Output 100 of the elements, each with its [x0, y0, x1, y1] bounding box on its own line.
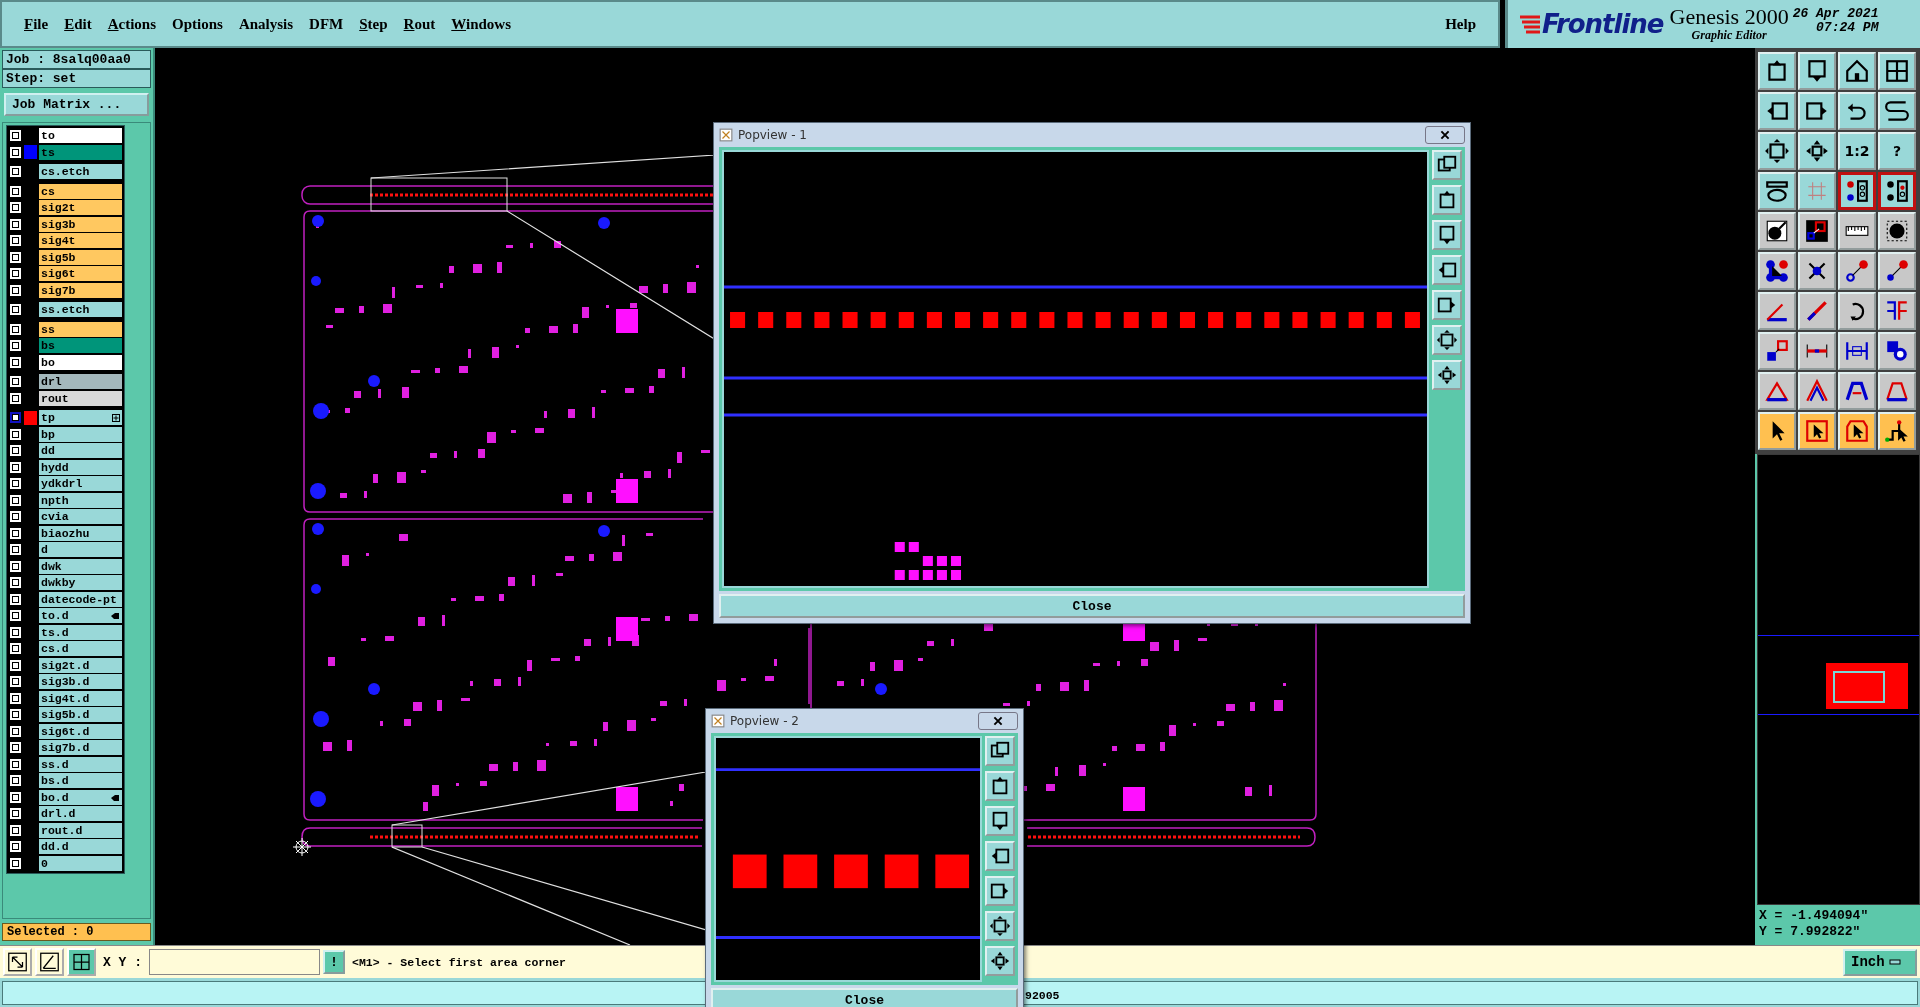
layer-row[interactable]: dd — [9, 443, 122, 459]
layer-row[interactable]: sig5b.d — [9, 707, 122, 723]
layer-label[interactable]: ss.d — [39, 756, 122, 772]
layer-label[interactable]: 0 — [39, 855, 122, 871]
layer-row[interactable]: sig6t.d — [9, 723, 122, 739]
layer-row[interactable]: bo — [9, 354, 122, 370]
overview-map[interactable] — [1757, 454, 1920, 905]
view-tool-button[interactable] — [985, 876, 1015, 906]
layer-label[interactable]: sig6t.d — [39, 723, 122, 739]
help-menu-item[interactable]: Help — [1437, 15, 1484, 33]
layer-label[interactable]: to.d — [39, 608, 122, 624]
layer-label[interactable]: npth — [39, 492, 122, 508]
layer-toggle[interactable] — [9, 774, 22, 788]
layer-toggle[interactable] — [9, 543, 22, 557]
layer-toggle[interactable] — [9, 375, 22, 389]
view-tool-button[interactable] — [985, 946, 1015, 976]
layer-toggle[interactable] — [9, 217, 22, 231]
layer-label[interactable]: dwkby — [39, 575, 122, 591]
layer-row[interactable]: dwkby — [9, 575, 122, 591]
layer-label[interactable]: rout — [39, 390, 122, 406]
menu-item[interactable]: Windows — [443, 15, 520, 33]
close-button[interactable]: Close — [719, 594, 1465, 618]
layer-label[interactable]: to — [39, 128, 122, 144]
layer-label[interactable]: bp — [39, 426, 122, 442]
layer-label[interactable]: sig4t.d — [39, 690, 122, 706]
layer-label[interactable]: cs — [39, 183, 122, 199]
layer-row[interactable]: drl.d — [9, 806, 122, 822]
layer-row[interactable]: sig5b — [9, 249, 122, 265]
layer-label[interactable]: dd.d — [39, 839, 122, 855]
layer-toggle[interactable] — [9, 322, 22, 336]
layer-label[interactable]: ss.etch — [39, 302, 122, 318]
layer-toggle[interactable] — [9, 165, 22, 179]
job-matrix-button[interactable]: Job Matrix ... — [4, 93, 149, 116]
view-tool-button[interactable] — [985, 911, 1015, 941]
layer-toggle[interactable] — [9, 708, 22, 722]
close-button[interactable] — [978, 712, 1018, 730]
menu-item[interactable]: Actions — [99, 15, 165, 33]
layer-row[interactable]: dd.d — [9, 839, 122, 855]
layer-row[interactable]: sig4t — [9, 233, 122, 249]
menu-item[interactable]: File — [16, 15, 57, 33]
layer-row[interactable]: to.d — [9, 608, 122, 624]
layer-toggle[interactable] — [9, 559, 22, 573]
layer-row[interactable]: ss — [9, 321, 122, 337]
view-tool-button[interactable] — [985, 841, 1015, 871]
layer-row[interactable]: ts — [9, 144, 122, 160]
layer-row[interactable]: cs — [9, 183, 122, 199]
menu-item[interactable]: Options — [164, 15, 231, 33]
layer-row[interactable]: sig7b — [9, 282, 122, 298]
layer-row[interactable]: cs.d — [9, 641, 122, 657]
layer-toggle[interactable] — [9, 411, 22, 425]
layer-row[interactable]: rout — [9, 390, 122, 406]
layer-label[interactable]: hydd — [39, 459, 122, 475]
layer-row[interactable]: npth — [9, 492, 122, 508]
layer-toggle[interactable] — [9, 526, 22, 540]
layer-label[interactable]: sig6t — [39, 266, 122, 282]
layer-label[interactable]: sig3b.d — [39, 674, 122, 690]
layer-label[interactable]: drl.d — [39, 806, 122, 822]
layer-row[interactable]: bs.d — [9, 773, 122, 789]
menu-item[interactable]: Edit — [56, 15, 100, 33]
layer-row[interactable]: cvia — [9, 509, 122, 525]
layer-label[interactable]: ts.d — [39, 624, 122, 640]
close-button[interactable]: Close — [711, 988, 1018, 1007]
layer-label[interactable]: biaozhu — [39, 525, 122, 541]
layer-toggle[interactable] — [9, 391, 22, 405]
layer-row[interactable]: bs — [9, 338, 122, 354]
layer-toggle[interactable] — [9, 724, 22, 738]
menu-item[interactable]: DFM — [301, 15, 352, 33]
units-dropdown[interactable]: Inch — [1843, 948, 1917, 976]
layer-toggle[interactable] — [9, 427, 22, 441]
layer-row[interactable]: ss.d — [9, 756, 122, 772]
layer-label[interactable]: dd — [39, 443, 122, 459]
layer-label[interactable]: cvia — [39, 509, 122, 525]
layer-toggle[interactable] — [9, 201, 22, 215]
layer-row[interactable]: d — [9, 542, 122, 558]
layer-toggle[interactable] — [9, 757, 22, 771]
layer-toggle[interactable] — [9, 592, 22, 606]
layer-label[interactable]: bs.d — [39, 773, 122, 789]
layer-label[interactable]: sig4t — [39, 233, 122, 249]
exclamation-button[interactable]: ! — [323, 950, 345, 974]
view-tool-button[interactable] — [1432, 150, 1462, 180]
view-tool-button[interactable] — [1432, 185, 1462, 215]
view-tool-button[interactable] — [1432, 360, 1462, 390]
layer-row[interactable]: ss.etch — [9, 302, 122, 318]
layer-toggle[interactable] — [9, 184, 22, 198]
layer-toggle[interactable] — [9, 444, 22, 458]
layer-row[interactable]: rout.d — [9, 822, 122, 838]
layer-toggle[interactable] — [9, 576, 22, 590]
layer-row[interactable]: sig3b — [9, 216, 122, 232]
expand-icon[interactable] — [112, 414, 120, 422]
layer-row[interactable]: hydd — [9, 459, 122, 475]
layer-toggle[interactable] — [9, 250, 22, 264]
layer-label[interactable]: drl — [39, 374, 122, 390]
layer-toggle[interactable] — [9, 460, 22, 474]
layer-label[interactable]: sig5b — [39, 249, 122, 265]
layer-toggle[interactable] — [9, 129, 22, 143]
layer-row[interactable]: sig7b.d — [9, 740, 122, 756]
layer-row[interactable]: 0 — [9, 855, 122, 871]
layer-toggle[interactable] — [9, 658, 22, 672]
layer-toggle[interactable] — [9, 283, 22, 297]
layer-toggle[interactable] — [9, 303, 22, 317]
